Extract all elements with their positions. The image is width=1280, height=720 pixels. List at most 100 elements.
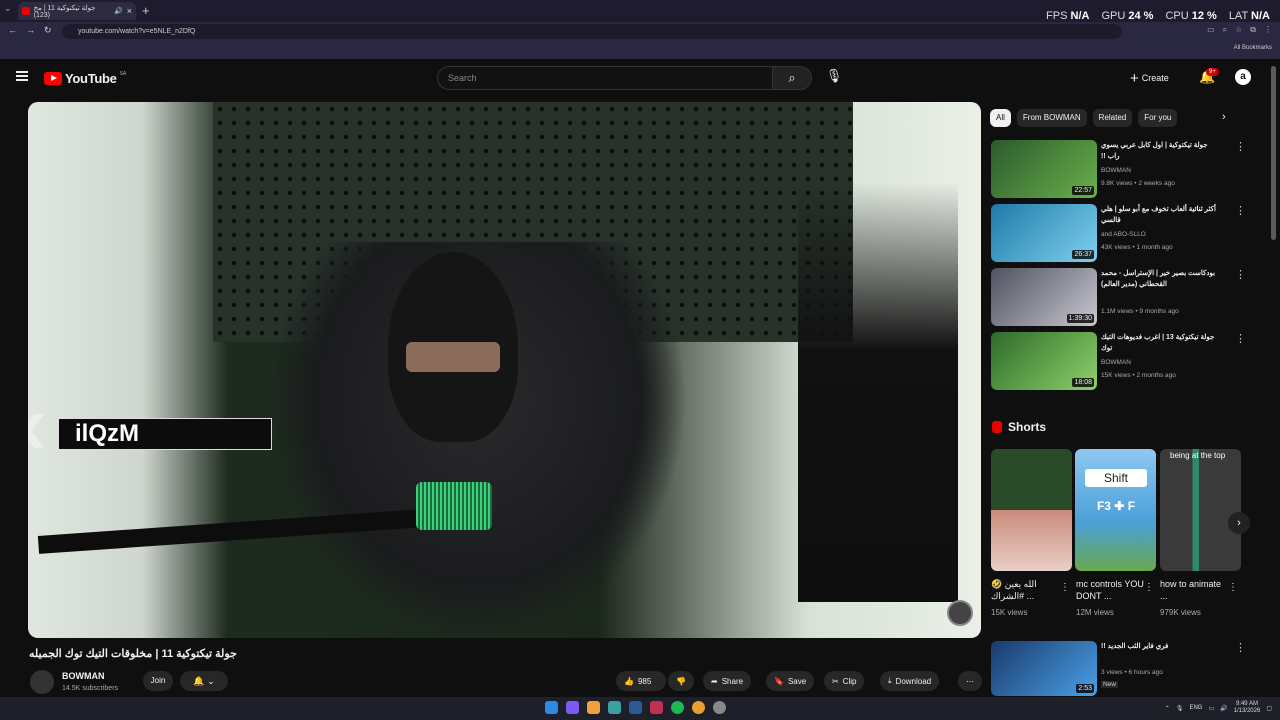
voice-search-icon[interactable]: 🎙 — [824, 68, 844, 88]
short-title[interactable]: الله يعين 🤣 #الشراك ... — [991, 578, 1061, 602]
edge-icon[interactable] — [608, 701, 621, 714]
search-input[interactable]: Search — [437, 66, 773, 90]
chip-all[interactable]: All — [990, 109, 1011, 127]
steam-icon[interactable] — [629, 701, 642, 714]
discord-icon[interactable] — [566, 701, 579, 714]
channel-name[interactable]: BOWMAN — [1101, 359, 1131, 366]
cast-icon[interactable]: ▭ — [1207, 25, 1215, 35]
list-item[interactable]: 22:57 جولة تيكتوكية | اول كابل عربي يسوي… — [991, 140, 1251, 200]
more-dots-icon[interactable]: ⋮ — [1235, 332, 1246, 345]
channel-name[interactable]: BOWMAN — [1101, 167, 1131, 174]
browser-tab-bar: ⌄ جولة تيكتوكية 11 | مخ (123) 🔊 × + FPS … — [0, 0, 1280, 22]
short-thumbnail[interactable]: Shift F3 ✚ F — [1075, 449, 1156, 571]
short-title[interactable]: how to animate ... — [1160, 578, 1230, 602]
more-actions-button[interactable]: ⋯ — [958, 671, 982, 691]
scrollbar-thumb[interactable] — [1271, 66, 1276, 240]
create-button[interactable]: + Create — [1130, 68, 1169, 88]
performance-overlay: FPS N/A GPU 24 % CPU 12 % LAT N/A — [1046, 10, 1270, 22]
video-thumbnail[interactable]: 2:53 — [991, 641, 1097, 696]
video-title[interactable]: بودكاست بصير خير | الإستراسل - محمد القح… — [1101, 268, 1219, 290]
menu-hamburger-icon[interactable] — [16, 71, 28, 81]
spotify-icon[interactable] — [671, 701, 684, 714]
clock[interactable]: 9:49 AM 1/13/2026 — [1234, 701, 1261, 715]
extensions-icon[interactable]: ⧉ — [1250, 25, 1256, 35]
windows-start-icon[interactable] — [545, 701, 558, 714]
list-item[interactable]: 18:08 جولة تيكتوكية 13 | اغرب فديوهات ال… — [991, 332, 1251, 392]
video-title[interactable]: أكثر ثنائية ألعاب تخوف مع أبو سلو | هلي … — [1101, 204, 1219, 226]
chip-for-you[interactable]: For you — [1138, 109, 1178, 127]
star-icon[interactable]: ☆ — [1235, 25, 1242, 35]
more-dots-icon[interactable]: ⋮ — [1235, 140, 1246, 153]
clip-button[interactable]: ✂ Clip — [824, 671, 865, 691]
save-label: Save — [787, 676, 807, 686]
video-thumbnail[interactable]: 1:39:30 — [991, 268, 1097, 326]
mic-tray-icon[interactable]: 🎙 — [1176, 705, 1184, 712]
download-button[interactable]: ⤓ Download — [880, 671, 940, 691]
notifications-icon[interactable]: ▢ — [1266, 705, 1272, 712]
more-dots-icon[interactable]: ⋮ — [1235, 204, 1246, 217]
close-tab-icon[interactable]: × — [127, 6, 132, 16]
more-dots-icon[interactable]: ⋮ — [1235, 268, 1246, 281]
video-thumbnail[interactable]: 22:57 — [991, 140, 1097, 198]
more-dots-icon[interactable]: ⋮ — [1060, 582, 1070, 593]
video-thumbnail[interactable]: 26:37 — [991, 204, 1097, 262]
video-title[interactable]: جولة تيكتوكية | اول كابل عربي يسوي راب !… — [1101, 140, 1219, 162]
duration-badge: 18:08 — [1072, 378, 1094, 387]
list-item[interactable]: 1:39:30 بودكاست بصير خير | الإستراسل - م… — [991, 268, 1251, 328]
video-title[interactable]: جولة تيكتوكية 13 | اغرب فديوهات التيك تو… — [1101, 332, 1219, 354]
zoom-icon[interactable]: ⌕ — [1223, 25, 1227, 35]
share-button[interactable]: ➦ Share — [703, 671, 752, 691]
browser-tab[interactable]: جولة تيكتوكية 11 | مخ (123) 🔊 × — [18, 2, 136, 20]
list-item[interactable]: 2:53 فري فاير الثب الجديد !! 3 views • 6… — [991, 641, 1251, 696]
page-scrollbar[interactable] — [1270, 62, 1278, 692]
video-thumbnail[interactable]: 18:08 — [991, 332, 1097, 390]
menu-icon[interactable]: ⋮ — [1264, 25, 1272, 35]
more-dots-icon[interactable]: ⋮ — [1235, 641, 1246, 654]
tray-overflow-icon[interactable]: ⌃ — [1165, 705, 1170, 712]
search-icon: ⌕ — [788, 70, 796, 85]
shorts-next-icon[interactable]: › — [1228, 512, 1250, 534]
keys-overlay: F3 ✚ F — [1096, 499, 1136, 513]
reload-icon[interactable]: ↻ — [44, 25, 52, 36]
forward-icon[interactable]: → — [26, 25, 35, 35]
video-player[interactable]: ilQzM — [28, 102, 981, 638]
youtube-logo[interactable]: YouTube SA — [44, 71, 126, 86]
more-dots-icon[interactable]: ⋮ — [1144, 582, 1154, 593]
short-title[interactable]: mc controls YOU DONT ... — [1076, 578, 1146, 602]
shift-key-overlay: Shift — [1085, 469, 1147, 487]
tab-search-icon[interactable]: ⌄ — [4, 3, 16, 17]
like-button[interactable]: 👍 985 — [616, 671, 666, 691]
chips-next-icon[interactable]: › — [1222, 111, 1226, 123]
short-thumbnail[interactable] — [991, 449, 1072, 571]
back-icon[interactable]: ← — [8, 25, 17, 35]
duration-badge: 22:57 — [1072, 186, 1094, 195]
channel-avatar[interactable] — [30, 670, 54, 694]
join-button[interactable]: Join — [143, 671, 173, 691]
subscriber-count: 14.5K subscribers — [62, 685, 119, 692]
channel-name[interactable]: and ABO-SLLO — [1101, 231, 1146, 238]
dislike-button[interactable]: 👎 — [668, 671, 694, 691]
video-title[interactable]: فري فاير الثب الجديد !! — [1101, 641, 1219, 652]
network-icon[interactable]: ▭ — [1208, 705, 1214, 712]
save-button[interactable]: 🔖 Save — [766, 671, 815, 691]
chrome-icon[interactable] — [692, 701, 705, 714]
volume-icon[interactable]: 🔊 — [1220, 705, 1227, 712]
chip-from-channel[interactable]: From BOWMAN — [1016, 109, 1087, 127]
channel-name[interactable]: BOWMAN — [62, 671, 105, 681]
search-button[interactable]: ⌕ — [772, 66, 812, 90]
url-input[interactable]: youtube.com/watch?v=e5NLE_n2DfQ — [62, 24, 1122, 39]
settings-icon[interactable] — [713, 701, 726, 714]
all-bookmarks-link[interactable]: All Bookmarks — [1234, 45, 1272, 51]
app-icon[interactable] — [587, 701, 600, 714]
channel-watermark[interactable] — [947, 600, 973, 626]
short-views: 979K views — [1160, 608, 1201, 617]
chip-related[interactable]: Related — [1092, 109, 1133, 127]
short-thumbnail[interactable]: being at the top — [1160, 449, 1241, 571]
language-indicator[interactable]: ENG — [1189, 705, 1202, 711]
more-dots-icon[interactable]: ⋮ — [1228, 582, 1238, 593]
new-tab-button[interactable]: + — [142, 3, 150, 18]
subscribed-bell-button[interactable]: 🔔 ⌄ — [180, 671, 228, 691]
account-avatar[interactable]: a — [1235, 69, 1251, 85]
app-icon[interactable] — [650, 701, 663, 714]
list-item[interactable]: 26:37 أكثر ثنائية ألعاب تخوف مع أبو سلو … — [991, 204, 1251, 264]
